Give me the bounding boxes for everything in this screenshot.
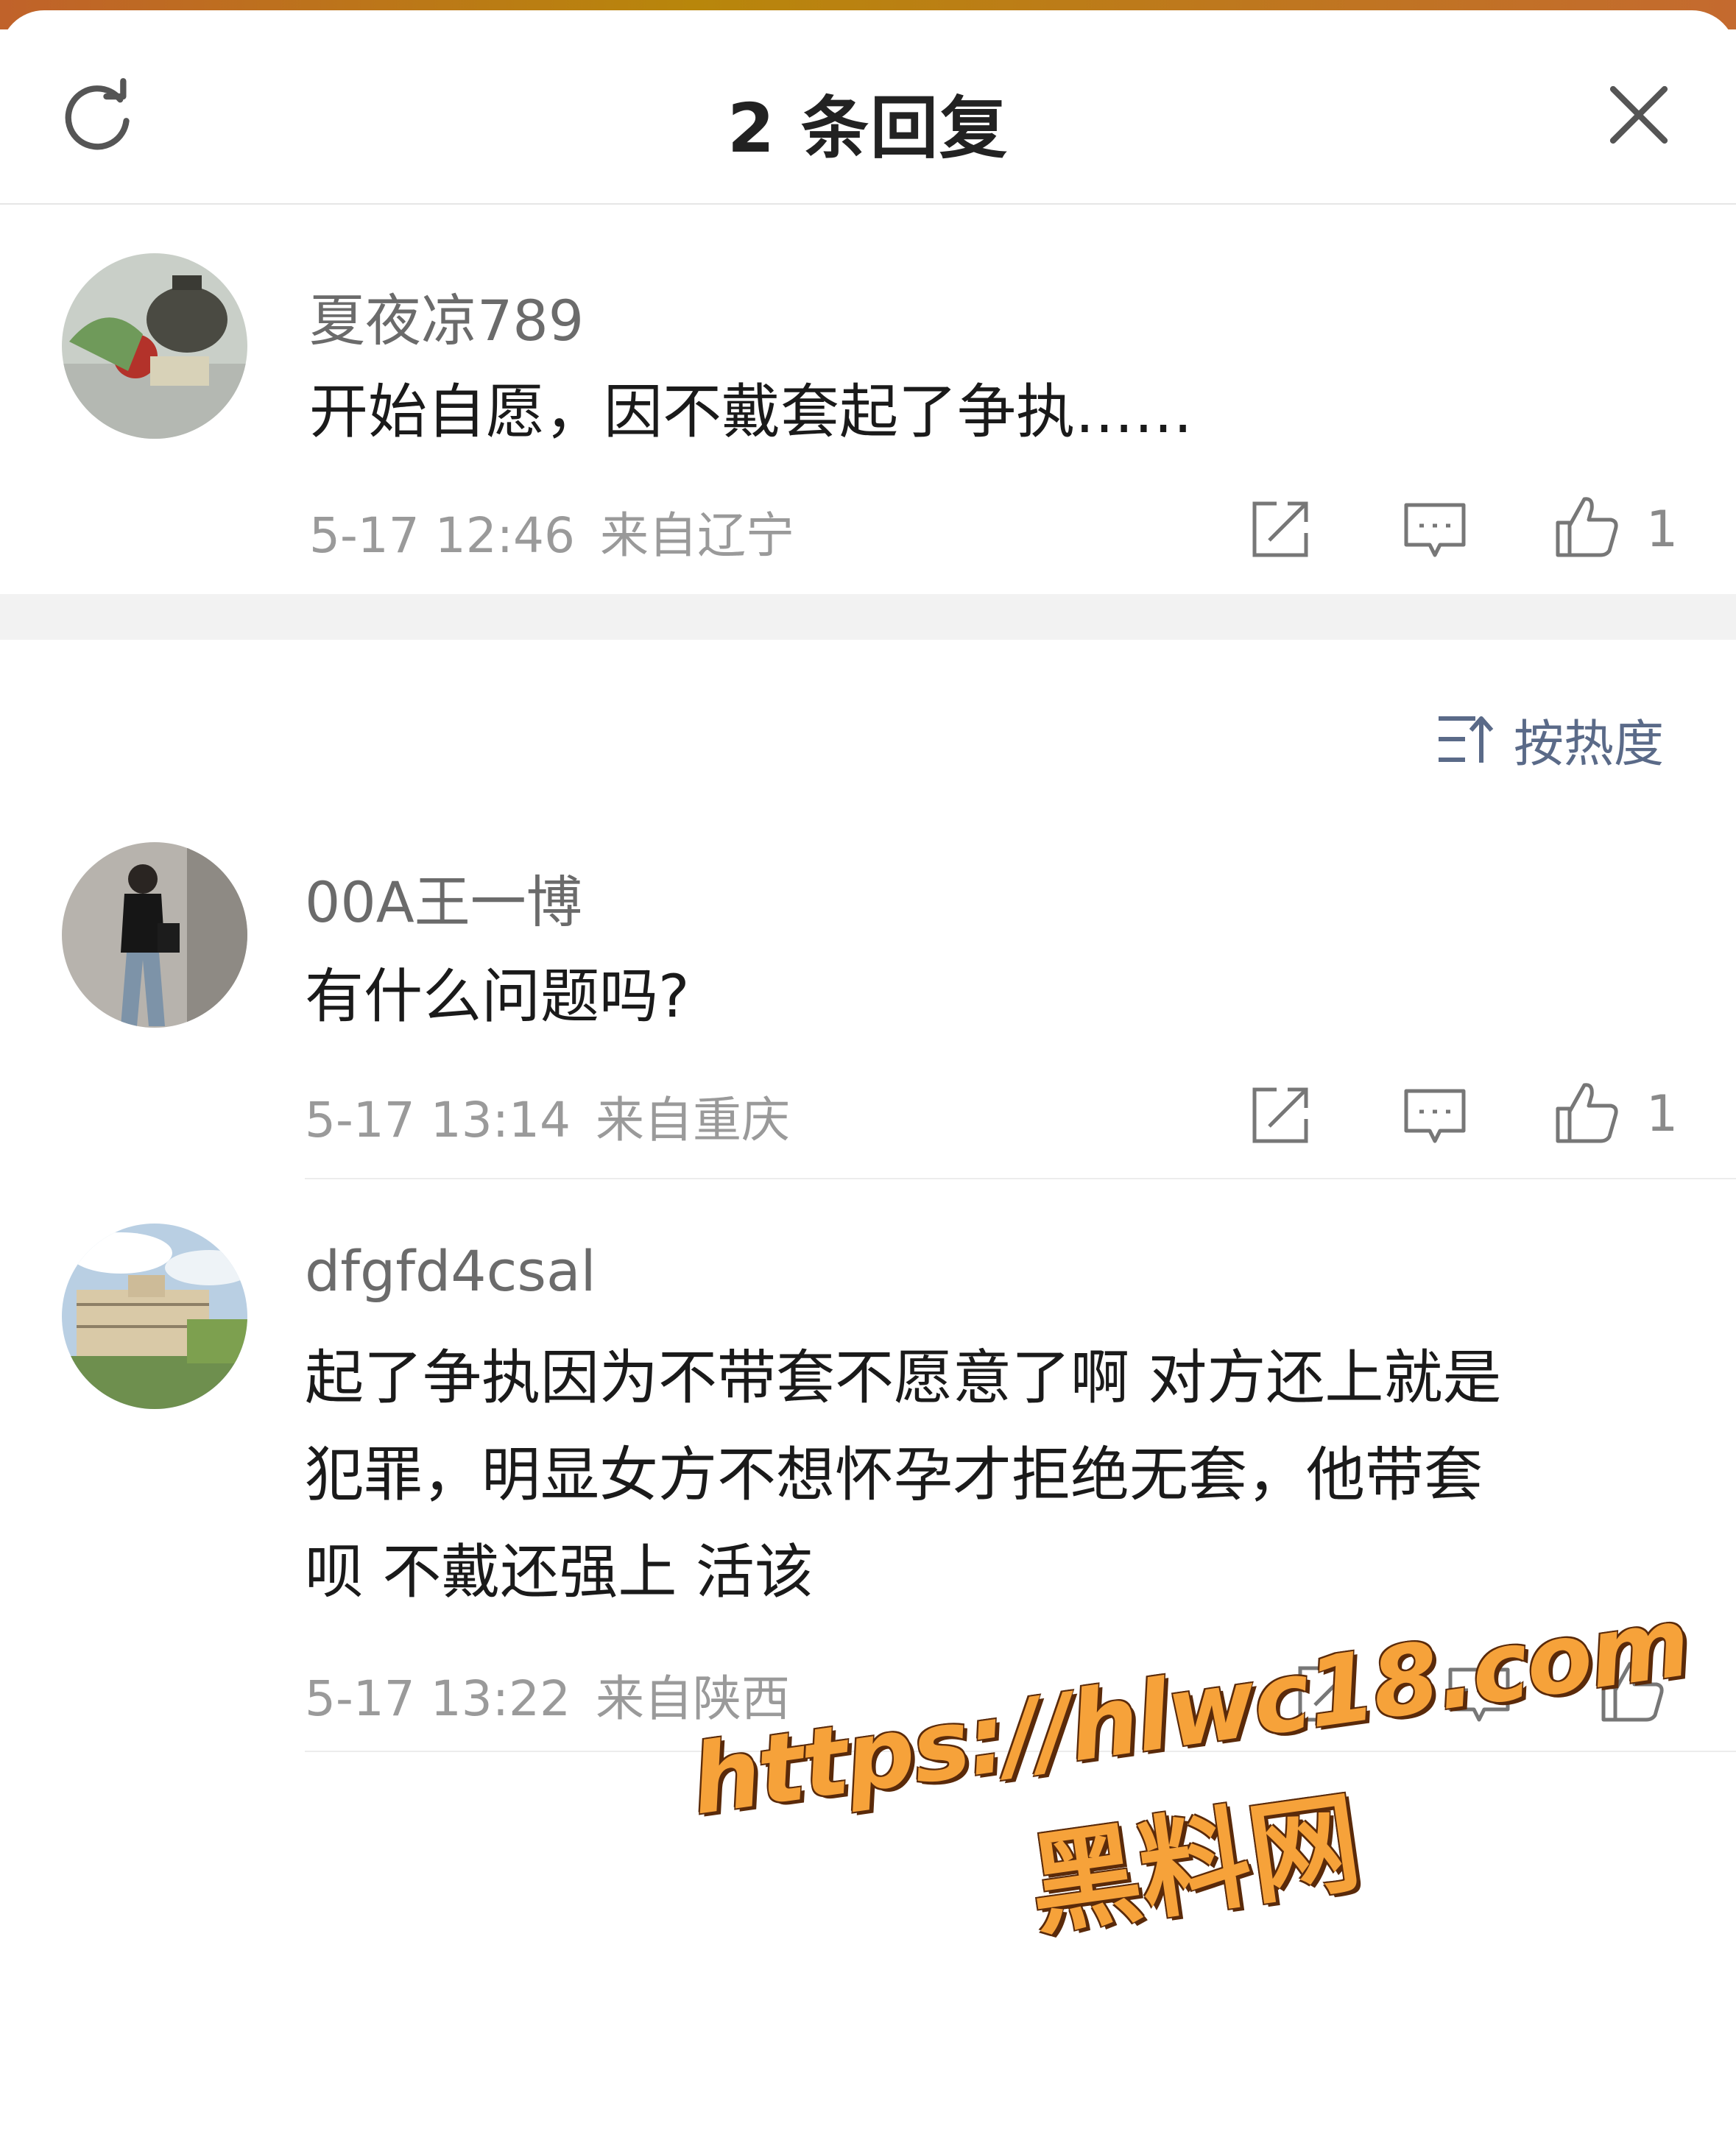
comment-text: 起了争执因为不带套不愿意了啊 对方还上就是 犯罪，明显女方不想怀孕才拒绝无套，他… bbox=[305, 1330, 1704, 1621]
section-gap bbox=[0, 594, 1736, 640]
like-icon[interactable] bbox=[1553, 1079, 1620, 1145]
comment-meta: 5-17 13:22 来自陕西 bbox=[305, 1659, 790, 1730]
comment-location: 来自辽宁 bbox=[599, 507, 794, 564]
avatar-image bbox=[62, 1224, 247, 1409]
comment-text: 开始自愿，因不戴套起了争执…… bbox=[309, 378, 1193, 446]
comment-line: 起了争执因为不带套不愿意了啊 对方还上就是 bbox=[305, 1344, 1502, 1412]
avatar[interactable] bbox=[62, 1224, 247, 1409]
comment-location: 来自重庆 bbox=[595, 1092, 790, 1148]
comment-line: 犯罪，明显女方不想怀孕才拒绝无套，他带套 bbox=[305, 1441, 1483, 1509]
close-icon[interactable] bbox=[1605, 81, 1673, 149]
reply-item: 00A王一博 有什么问题吗? 5-17 13:14 来自重庆 1 bbox=[0, 842, 1736, 1166]
username[interactable]: 夏夜凉789 bbox=[309, 275, 584, 356]
avatar-image bbox=[62, 253, 247, 439]
comment-meta: 5-17 13:14 来自重庆 bbox=[305, 1081, 790, 1151]
username[interactable]: 00A王一博 bbox=[305, 857, 582, 938]
comment-time: 5-17 13:14 bbox=[305, 1092, 571, 1148]
like-count: 1 bbox=[1646, 501, 1679, 559]
sort-icon bbox=[1439, 716, 1494, 763]
comment-icon[interactable] bbox=[1402, 1082, 1468, 1148]
share-icon[interactable] bbox=[1247, 1082, 1313, 1148]
share-icon[interactable] bbox=[1247, 496, 1313, 562]
sheet-header: 2 条回复 bbox=[0, 10, 1736, 205]
avatar-image bbox=[62, 842, 247, 1028]
comment-time: 5-17 13:22 bbox=[305, 1670, 571, 1727]
sheet-title: 2 条回复 bbox=[727, 89, 1009, 168]
like-icon[interactable] bbox=[1553, 493, 1620, 559]
sort-toggle[interactable]: 按热度 bbox=[1436, 706, 1664, 774]
comment-meta: 5-17 12:46 来自辽宁 bbox=[309, 496, 794, 567]
sort-label: 按热度 bbox=[1514, 715, 1665, 774]
avatar[interactable] bbox=[62, 842, 247, 1028]
comment-icon[interactable] bbox=[1402, 496, 1468, 562]
avatar[interactable] bbox=[62, 253, 247, 439]
like-count: 1 bbox=[1646, 1085, 1679, 1143]
root-comment: 夏夜凉789 开始自愿，因不戴套起了争执…… 5-17 12:46 来自辽宁 1 bbox=[0, 253, 1736, 585]
comment-time: 5-17 12:46 bbox=[309, 507, 575, 564]
divider bbox=[305, 1178, 1736, 1179]
comment-line: 呗 不戴还强上 活该 bbox=[305, 1538, 814, 1606]
username[interactable]: dfgfd4csal bbox=[305, 1238, 596, 1304]
comment-text: 有什么问题吗? bbox=[305, 962, 690, 1031]
reply-sheet: 2 条回复 夏夜凉789 开始自愿，因不戴套起了争执…… 5-17 12:46 来… bbox=[0, 10, 1736, 2129]
